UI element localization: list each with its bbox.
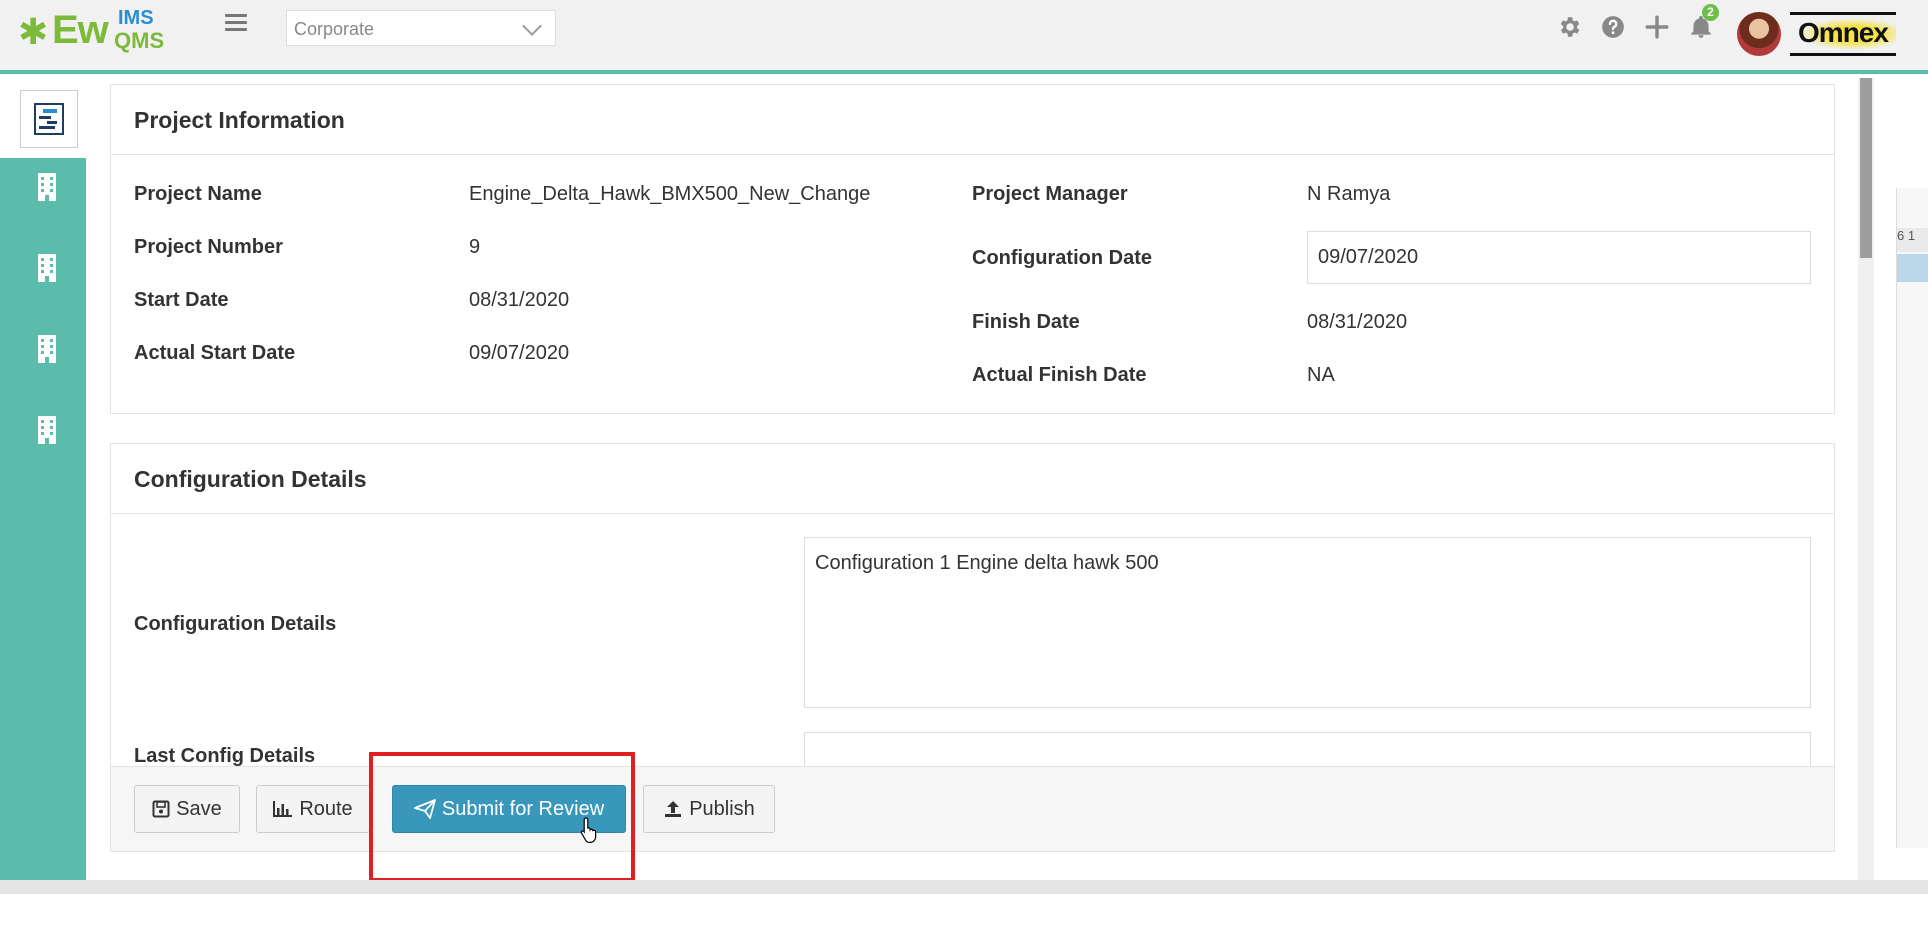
last-config-details-textarea[interactable] (804, 732, 1811, 766)
paper-plane-icon (413, 799, 436, 819)
logo-qms-text: QMS (114, 28, 165, 53)
configuration-details-textarea[interactable]: Configuration 1 Engine delta hawk 500 (804, 537, 1811, 708)
project-name-label: Project Name (134, 183, 262, 205)
publish-button[interactable]: Publish (643, 785, 775, 833)
save-button-label: Save (176, 797, 222, 820)
bottom-status-bar (0, 880, 1928, 894)
project-manager-value: N Ramya (1307, 183, 1391, 205)
company-select-value: Corporate (294, 19, 375, 39)
company-select[interactable]: Corporate (286, 10, 556, 46)
help-icon[interactable] (1600, 14, 1626, 40)
bar-chart-icon (273, 801, 293, 817)
project-schedule-icon (34, 103, 64, 135)
project-information-title: Project Information (111, 85, 1834, 155)
last-config-details-label: Last Config Details (134, 745, 316, 767)
route-button[interactable]: Route (256, 785, 370, 833)
route-button-label: Route (299, 797, 353, 820)
chevron-down-icon (522, 16, 542, 36)
actual-finish-date-label: Actual Finish Date (972, 364, 1147, 386)
notification-badge: 2 (1702, 4, 1719, 21)
actual-start-date-value: 09/07/2020 (469, 342, 570, 364)
vertical-scrollbar-thumb[interactable] (1860, 78, 1872, 258)
upload-icon (665, 801, 682, 817)
right-panel-header: 6 1 (1897, 228, 1928, 252)
ewqms-logo[interactable]: ✱ Ew IMS QMS (18, 6, 168, 56)
save-button[interactable]: Save (134, 785, 240, 833)
omnex-logo: Omnex (1790, 12, 1896, 56)
logo-gear-icon: ✱ (18, 11, 49, 52)
top-bar: ✱ Ew IMS QMS Corporate 2 Omnex (0, 0, 1928, 74)
configuration-date-field[interactable]: 09/07/2020 (1307, 231, 1811, 284)
logo-ims-text: IMS (118, 7, 154, 29)
building-icon[interactable] (36, 253, 58, 283)
project-number-label: Project Number (134, 236, 283, 258)
start-date-value: 08/31/2020 (469, 289, 570, 311)
project-number-value: 9 (469, 236, 481, 258)
building-icon[interactable] (36, 172, 58, 202)
floppy-disk-icon (152, 800, 170, 818)
sidebar-item-project-schedule[interactable] (0, 78, 86, 158)
finish-date-value: 08/31/2020 (1307, 311, 1408, 333)
right-side-panel: 6 1 (1896, 188, 1928, 848)
action-footer: Save Route Submit for Review Publish (110, 766, 1835, 852)
logo-main-text: Ew (52, 8, 109, 52)
finish-date-label: Finish Date (972, 311, 1080, 333)
building-icon[interactable] (36, 415, 58, 445)
gear-icon[interactable] (1556, 14, 1582, 40)
user-avatar[interactable] (1737, 12, 1781, 56)
configuration-date-label: Configuration Date (972, 247, 1152, 269)
sidebar-active-frame (20, 90, 78, 148)
hand-cursor-icon (580, 817, 597, 843)
configuration-details-label: Configuration Details (134, 613, 337, 635)
menu-hamburger-icon[interactable] (225, 14, 247, 32)
start-date-label: Start Date (134, 289, 229, 311)
building-icon[interactable] (36, 334, 58, 364)
configuration-details-title: Configuration Details (111, 444, 1834, 514)
project-name-value: Engine_Delta_Hawk_BMX500_New_Change (469, 183, 871, 205)
right-panel-selected-cell (1897, 254, 1928, 282)
project-manager-label: Project Manager (972, 183, 1128, 205)
actual-finish-date-value: NA (1307, 364, 1335, 386)
publish-button-label: Publish (689, 797, 755, 820)
plus-icon[interactable] (1644, 14, 1670, 40)
actual-start-date-label: Actual Start Date (134, 342, 296, 364)
